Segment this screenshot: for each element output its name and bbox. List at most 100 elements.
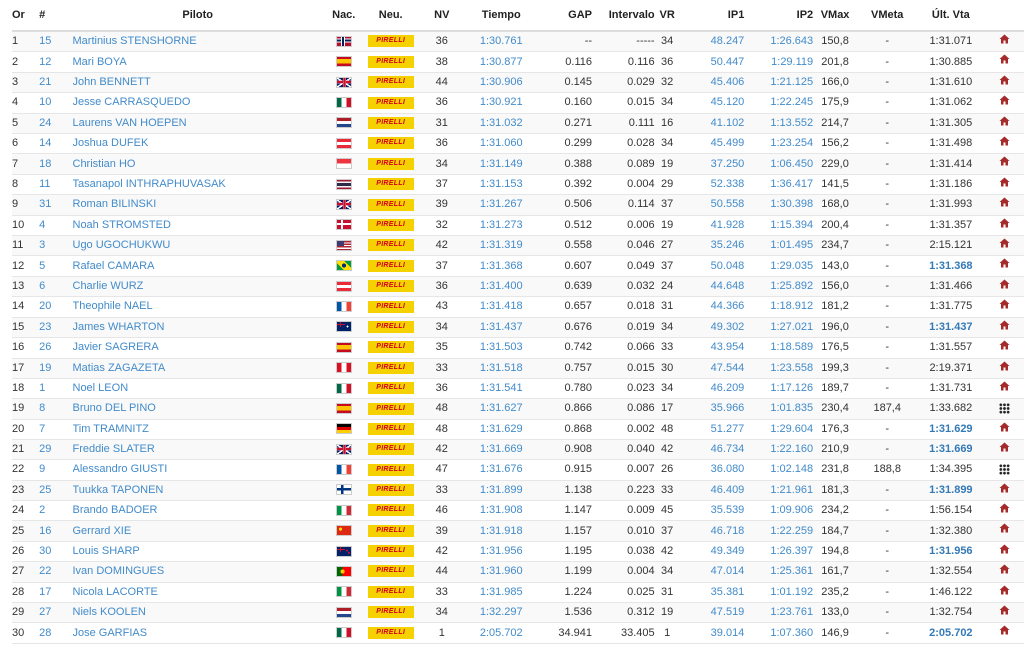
time-cell[interactable]: 1:31.153 bbox=[466, 174, 536, 196]
ip1-cell[interactable]: 50.558 bbox=[679, 194, 745, 216]
ip2-cell[interactable]: 1:21.961 bbox=[744, 480, 814, 501]
ip2-cell[interactable]: 1:22.259 bbox=[744, 520, 814, 542]
ip2-link[interactable]: 1:29.035 bbox=[770, 260, 813, 272]
time-link[interactable]: 1:31.629 bbox=[480, 423, 523, 435]
ip1-cell[interactable]: 45.499 bbox=[679, 133, 745, 155]
car-number-cell[interactable]: 1 bbox=[39, 378, 73, 400]
time-cell[interactable]: 1:31.918 bbox=[466, 520, 536, 542]
ip2-link[interactable]: 1:07.360 bbox=[770, 627, 813, 639]
ip2-cell[interactable]: 1:27.021 bbox=[744, 317, 814, 339]
driver-name-link[interactable]: Noah STROMSTED bbox=[73, 219, 171, 231]
driver-cell[interactable]: Tim TRAMNITZ bbox=[72, 419, 323, 440]
driver-name-link[interactable]: Martinius STENSHORNE bbox=[73, 35, 197, 47]
time-cell[interactable]: 1:30.906 bbox=[466, 72, 536, 94]
time-link[interactable]: 1:31.985 bbox=[480, 586, 523, 598]
driver-name-link[interactable]: Ugo UGOCHUKWU bbox=[73, 239, 171, 251]
home-icon[interactable] bbox=[999, 562, 1010, 581]
car-number-link[interactable]: 8 bbox=[39, 402, 45, 414]
col-vmax[interactable]: VMax bbox=[813, 0, 857, 32]
time-link[interactable]: 1:31.273 bbox=[480, 219, 523, 231]
action-cell[interactable] bbox=[984, 113, 1024, 135]
ip1-link[interactable]: 45.120 bbox=[711, 96, 745, 108]
ip2-link[interactable]: 1:01.495 bbox=[770, 239, 813, 251]
ip1-link[interactable]: 44.648 bbox=[711, 280, 745, 292]
car-number-link[interactable]: 20 bbox=[39, 300, 51, 312]
ip2-link[interactable]: 1:29.119 bbox=[771, 56, 813, 68]
col-vr[interactable]: VR bbox=[654, 0, 680, 32]
time-cell[interactable]: 1:31.503 bbox=[466, 337, 536, 359]
car-number-link[interactable]: 21 bbox=[39, 76, 51, 88]
time-link[interactable]: 1:31.060 bbox=[480, 137, 523, 149]
ip2-cell[interactable]: 1:23.558 bbox=[744, 358, 814, 379]
driver-name-link[interactable]: Brando BADOER bbox=[73, 504, 158, 516]
ip2-cell[interactable]: 1:23.761 bbox=[744, 602, 814, 624]
ip2-link[interactable]: 1:27.021 bbox=[770, 321, 813, 333]
action-cell[interactable] bbox=[984, 541, 1024, 563]
ip1-cell[interactable]: 35.246 bbox=[679, 235, 745, 257]
ip2-cell[interactable]: 1:06.450 bbox=[744, 153, 814, 175]
ip2-link[interactable]: 1:26.397 bbox=[770, 545, 813, 557]
time-cell[interactable]: 1:32.297 bbox=[466, 602, 536, 624]
col-ult-vta[interactable]: Últ. Vta bbox=[917, 0, 985, 32]
ip1-cell[interactable]: 41.928 bbox=[679, 215, 745, 237]
grid-icon[interactable] bbox=[998, 403, 1010, 414]
action-cell[interactable] bbox=[984, 153, 1024, 175]
driver-cell[interactable]: Matias ZAGAZETA bbox=[72, 358, 323, 379]
car-number-cell[interactable]: 25 bbox=[39, 480, 73, 501]
action-cell[interactable] bbox=[984, 459, 1024, 481]
action-cell[interactable] bbox=[984, 602, 1024, 624]
time-cell[interactable]: 1:31.541 bbox=[466, 378, 536, 400]
driver-name-link[interactable]: Roman BILINSKI bbox=[73, 198, 157, 210]
ip1-link[interactable]: 35.966 bbox=[711, 402, 745, 414]
car-number-link[interactable]: 2 bbox=[39, 504, 45, 516]
action-cell[interactable] bbox=[984, 92, 1024, 114]
home-icon[interactable] bbox=[999, 379, 1010, 398]
driver-cell[interactable]: Niels KOOLEN bbox=[72, 602, 323, 624]
ip1-cell[interactable]: 48.247 bbox=[679, 31, 745, 53]
time-cell[interactable]: 1:31.400 bbox=[466, 276, 536, 298]
time-link[interactable]: 2:05.702 bbox=[480, 627, 523, 639]
action-cell[interactable] bbox=[984, 337, 1024, 359]
driver-name-link[interactable]: Ivan DOMINGUES bbox=[73, 565, 165, 577]
car-number-link[interactable]: 16 bbox=[39, 525, 51, 537]
ip2-link[interactable]: 1:09.906 bbox=[770, 504, 813, 516]
ip1-cell[interactable]: 51.277 bbox=[679, 419, 745, 440]
col-nac[interactable]: Nac. bbox=[322, 0, 365, 32]
driver-cell[interactable]: Martinius STENSHORNE bbox=[72, 31, 323, 53]
driver-cell[interactable]: Freddie SLATER bbox=[72, 439, 323, 461]
action-cell[interactable] bbox=[984, 235, 1024, 257]
ip2-cell[interactable]: 1:29.119 bbox=[744, 51, 814, 73]
action-cell[interactable] bbox=[984, 215, 1024, 237]
driver-name-link[interactable]: Alessandro GIUSTI bbox=[73, 463, 168, 475]
time-link[interactable]: 1:31.153 bbox=[480, 178, 523, 190]
ip2-link[interactable]: 1:26.643 bbox=[770, 35, 813, 47]
ip2-link[interactable]: 1:17.126 bbox=[770, 382, 813, 394]
ip1-link[interactable]: 37.250 bbox=[711, 158, 745, 170]
driver-cell[interactable]: Nicola LACORTE bbox=[72, 582, 323, 603]
col-intervalo[interactable]: Intervalo bbox=[592, 0, 655, 32]
col-or[interactable]: Or bbox=[12, 0, 40, 32]
ip1-link[interactable]: 39.014 bbox=[711, 627, 745, 639]
ip1-link[interactable]: 46.718 bbox=[711, 525, 745, 537]
ip2-cell[interactable]: 1:26.397 bbox=[744, 541, 814, 563]
home-icon[interactable] bbox=[999, 256, 1010, 275]
ip1-link[interactable]: 46.209 bbox=[711, 382, 745, 394]
driver-name-link[interactable]: John BENNETT bbox=[73, 76, 151, 88]
ip2-cell[interactable]: 1:18.589 bbox=[744, 337, 814, 359]
ip2-cell[interactable]: 1:18.912 bbox=[744, 296, 814, 318]
ip2-cell[interactable]: 1:29.035 bbox=[744, 255, 814, 277]
time-link[interactable]: 1:31.676 bbox=[480, 463, 523, 475]
driver-cell[interactable]: Laurens VAN HOEPEN bbox=[72, 113, 323, 135]
driver-cell[interactable]: Jesse CARRASQUEDO bbox=[72, 92, 323, 114]
home-icon[interactable] bbox=[999, 297, 1010, 316]
ip1-cell[interactable]: 43.954 bbox=[679, 337, 745, 359]
driver-cell[interactable]: Mari BOYA bbox=[72, 51, 323, 73]
ip1-link[interactable]: 45.499 bbox=[711, 137, 745, 149]
time-cell[interactable]: 1:31.899 bbox=[466, 480, 536, 501]
grid-icon[interactable] bbox=[998, 464, 1010, 475]
home-icon[interactable] bbox=[999, 501, 1010, 520]
home-icon[interactable] bbox=[999, 195, 1010, 214]
car-number-cell[interactable]: 27 bbox=[39, 602, 73, 624]
time-cell[interactable]: 1:31.669 bbox=[466, 439, 536, 461]
time-link[interactable]: 1:31.400 bbox=[480, 280, 523, 292]
